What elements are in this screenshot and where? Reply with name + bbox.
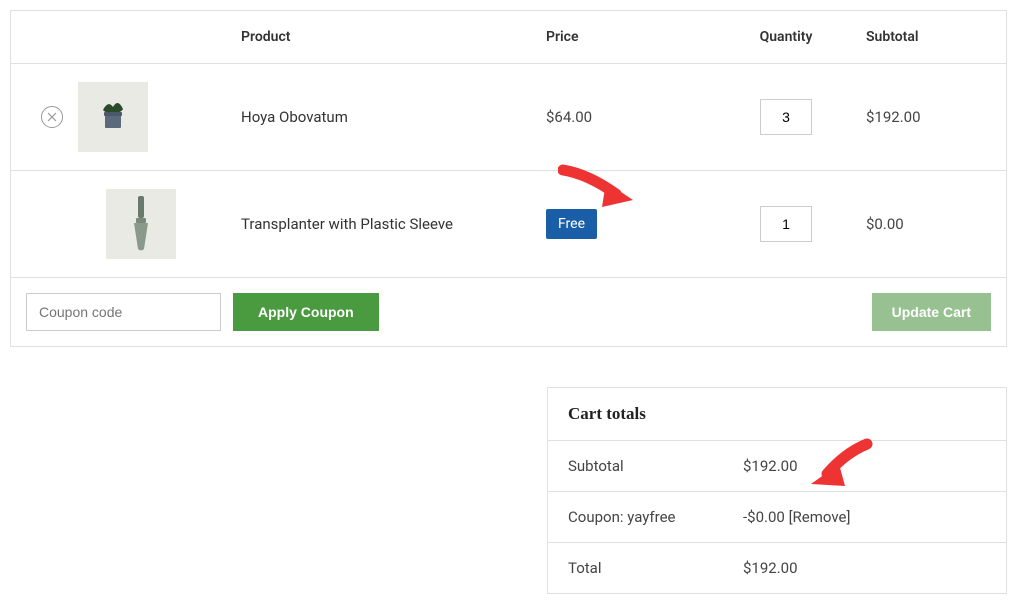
remove-item-icon[interactable] (41, 106, 63, 128)
item-price: $64.00 (546, 108, 706, 126)
cart-table: Product Price Quantity Subtotal Hoya Obo… (10, 10, 1007, 347)
totals-total-row: Total $192.00 (548, 543, 1006, 593)
item-subtotal: $192.00 (866, 108, 1006, 126)
product-image[interactable] (106, 189, 176, 259)
quantity-input[interactable] (760, 206, 812, 242)
totals-coupon-row: Coupon: yayfree -$0.00 [Remove] (548, 492, 1006, 543)
cart-totals-title: Cart totals (548, 388, 1006, 441)
quantity-cell (706, 99, 866, 135)
update-cart-button[interactable]: Update Cart (872, 293, 991, 331)
cart-row: Hoya Obovatum $64.00 $192.00 (11, 64, 1006, 171)
product-image[interactable] (78, 82, 148, 152)
product-name-link[interactable]: Hoya Obovatum (241, 108, 546, 126)
quantity-input[interactable] (760, 99, 812, 135)
header-subtotal: Subtotal (866, 29, 1006, 45)
product-thumb-cell (11, 82, 241, 152)
header-quantity: Quantity (706, 29, 866, 45)
cart-header-row: Product Price Quantity Subtotal (11, 11, 1006, 64)
cart-row: Transplanter with Plastic Sleeve Free $0… (11, 171, 1006, 278)
header-spacer (11, 29, 241, 45)
coupon-value: -$0.00 (743, 508, 785, 526)
item-subtotal: $0.00 (866, 215, 1006, 233)
coupon-value-wrap: -$0.00 [Remove] (743, 508, 850, 526)
subtotal-value: $192.00 (743, 457, 798, 475)
free-badge: Free (546, 209, 597, 239)
product-name-link[interactable]: Transplanter with Plastic Sleeve (241, 215, 546, 233)
header-price: Price (546, 29, 706, 45)
subtotal-label: Subtotal (568, 457, 743, 475)
cart-actions-row: Apply Coupon Update Cart (11, 278, 1006, 346)
header-product: Product (241, 29, 546, 45)
coupon-code-input[interactable] (26, 293, 221, 331)
quantity-cell (706, 206, 866, 242)
coupon-group: Apply Coupon (26, 293, 379, 331)
cart-totals-box: Cart totals Subtotal $192.00 Coupon: yay… (547, 387, 1007, 594)
coupon-label: Coupon: yayfree (568, 508, 743, 526)
totals-subtotal-row: Subtotal $192.00 (548, 441, 1006, 492)
product-thumb-cell (11, 189, 241, 259)
item-price: Free (546, 209, 706, 239)
remove-coupon-link[interactable]: [Remove] (789, 508, 851, 526)
apply-coupon-button[interactable]: Apply Coupon (233, 293, 379, 331)
